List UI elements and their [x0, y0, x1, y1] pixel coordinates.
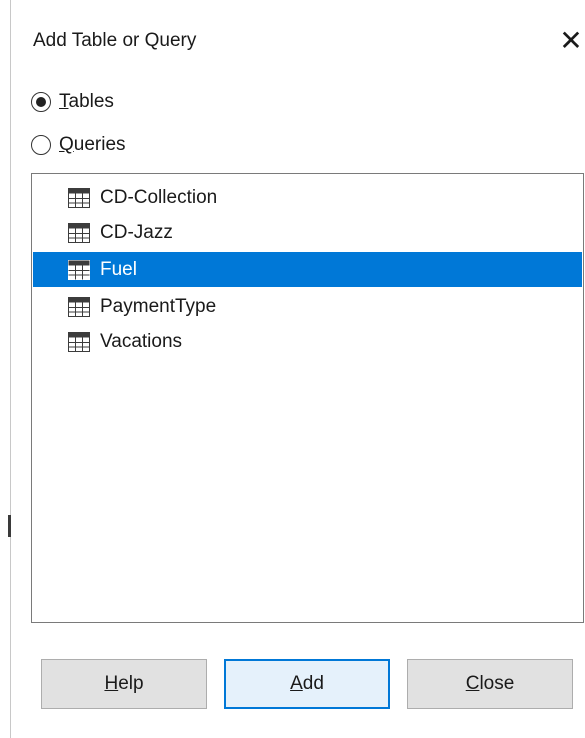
table-icon	[68, 259, 90, 280]
list-item-label: Fuel	[100, 258, 137, 280]
list-item-vacations[interactable]: Vacations	[33, 324, 582, 359]
list-item-label: PaymentType	[100, 295, 217, 317]
radio-queries[interactable]: Queries	[31, 131, 126, 159]
list-item-label: Vacations	[100, 330, 183, 352]
add-button[interactable]: Add	[224, 659, 390, 709]
radio-queries-indicator[interactable]	[31, 135, 51, 155]
list-item-cd-collection[interactable]: CD-Collection	[33, 180, 582, 215]
radio-tables[interactable]: Tables	[31, 88, 114, 116]
table-icon	[68, 331, 90, 352]
radio-queries-label[interactable]: Queries	[59, 134, 126, 156]
close-icon[interactable]: ✕	[557, 20, 585, 60]
radio-tables-indicator[interactable]	[31, 92, 51, 112]
close-button[interactable]: Close	[407, 659, 573, 709]
list-item-cd-jazz[interactable]: CD-Jazz	[33, 215, 582, 250]
help-button[interactable]: Help	[41, 659, 207, 709]
title-bar: Add Table or Query ✕	[11, 0, 585, 80]
table-icon	[68, 296, 90, 317]
add-table-dialog: Add Table or Query ✕ Tables Queries CD-C…	[11, 0, 585, 738]
list-item-label: CD-Collection	[100, 186, 218, 208]
table-list[interactable]: CD-Collection CD-Jazz Fuel PaymentType V…	[31, 173, 584, 623]
list-item-paymenttype[interactable]: PaymentType	[33, 289, 582, 324]
list-item-label: CD-Jazz	[100, 221, 173, 243]
table-icon	[68, 222, 90, 243]
list-item-fuel[interactable]: Fuel	[33, 252, 582, 287]
table-icon	[68, 187, 90, 208]
dialog-title: Add Table or Query	[33, 30, 197, 51]
radio-tables-label[interactable]: Tables	[59, 91, 114, 113]
